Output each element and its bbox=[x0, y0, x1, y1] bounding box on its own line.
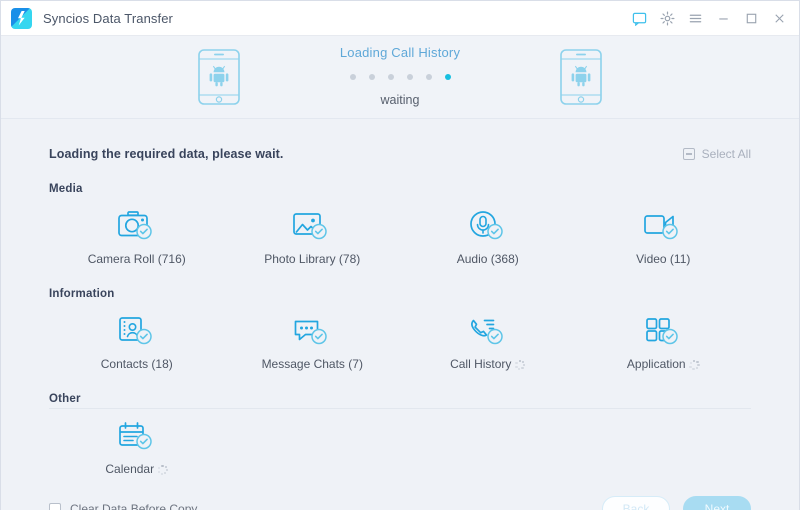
item-caption: Contacts (18) bbox=[101, 357, 173, 371]
indeterminate-checkbox-icon bbox=[682, 148, 695, 160]
feedback-icon[interactable] bbox=[625, 4, 653, 32]
video-camera-icon bbox=[643, 206, 683, 244]
data-type-application[interactable]: Application bbox=[576, 307, 752, 371]
item-caption: Message Chats (7) bbox=[262, 357, 363, 371]
select-all-label: Select All bbox=[701, 147, 751, 161]
item-label: Calendar bbox=[105, 462, 155, 476]
clear-data-label: Clear Data Before Copy bbox=[70, 502, 198, 510]
item-label: Application bbox=[626, 357, 686, 371]
progress-dot bbox=[368, 74, 375, 80]
calendar-icon bbox=[117, 416, 157, 454]
item-label: Call History bbox=[450, 357, 512, 371]
camera-icon bbox=[117, 206, 157, 244]
footer-bar: Clear Data Before Copy Back Next bbox=[1, 476, 799, 510]
transfer-status-bar: Loading Call History waiting bbox=[1, 36, 799, 119]
section-title-other: Other bbox=[49, 393, 81, 405]
app-title: Syncios Data Transfer bbox=[43, 10, 173, 26]
footer-buttons: Back Next bbox=[602, 496, 751, 510]
item-caption: Application bbox=[627, 357, 700, 371]
title-bar: Syncios Data Transfer bbox=[1, 1, 799, 36]
transfer-progress: Loading Call History waiting bbox=[1, 45, 799, 107]
item-label: Video (11) bbox=[636, 252, 691, 266]
item-label: Photo Library (78) bbox=[264, 252, 361, 266]
item-label: Message Chats (7) bbox=[261, 357, 363, 371]
content-header: Loading the required data, please wait. … bbox=[49, 119, 751, 161]
gear-icon[interactable] bbox=[653, 4, 681, 32]
app-window: Syncios Data Transfer Loading Call Histo… bbox=[0, 0, 800, 510]
phone-call-icon bbox=[468, 311, 508, 349]
loading-spinner-icon bbox=[689, 359, 700, 371]
item-caption: Camera Roll (716) bbox=[88, 252, 186, 266]
item-caption: Call History bbox=[450, 357, 526, 371]
maximize-icon[interactable] bbox=[737, 4, 765, 32]
section-title-media: Media bbox=[49, 183, 83, 195]
section-title-information: Information bbox=[49, 288, 115, 300]
data-type-camera-roll[interactable]: Camera Roll (716) bbox=[49, 202, 225, 266]
grid-spacer bbox=[225, 412, 401, 476]
data-type-call-history[interactable]: Call History bbox=[400, 307, 576, 371]
select-all-button[interactable]: Select All bbox=[682, 147, 751, 161]
menu-icon[interactable] bbox=[681, 4, 709, 32]
progress-dot-active bbox=[444, 74, 451, 80]
item-caption: Audio (368) bbox=[457, 252, 519, 266]
content-area: Loading the required data, please wait. … bbox=[1, 119, 799, 476]
progress-dot bbox=[387, 74, 394, 80]
next-button[interactable]: Next bbox=[683, 496, 751, 510]
information-grid: Contacts (18) Message Chats (7) Call His… bbox=[49, 307, 751, 371]
data-type-video[interactable]: Video (11) bbox=[576, 202, 752, 266]
data-type-photo-library[interactable]: Photo Library (78) bbox=[225, 202, 401, 266]
apps-grid-icon bbox=[643, 311, 683, 349]
data-type-message-chats[interactable]: Message Chats (7) bbox=[225, 307, 401, 371]
data-type-calendar[interactable]: Calendar bbox=[49, 412, 225, 476]
loading-spinner-icon bbox=[157, 464, 169, 476]
contact-card-icon bbox=[117, 311, 157, 349]
checkbox-icon bbox=[49, 503, 61, 510]
target-device-icon bbox=[559, 48, 603, 111]
back-button[interactable]: Back bbox=[602, 496, 670, 510]
waiting-label: waiting bbox=[380, 93, 420, 107]
clear-data-checkbox[interactable]: Clear Data Before Copy bbox=[49, 502, 197, 510]
chat-bubble-icon bbox=[292, 311, 332, 349]
item-caption: Video (11) bbox=[636, 252, 690, 266]
progress-dot bbox=[349, 74, 356, 80]
minimize-icon[interactable] bbox=[709, 4, 737, 32]
loading-title: Loading Call History bbox=[339, 45, 461, 60]
app-logo-icon bbox=[11, 7, 32, 29]
item-caption: Photo Library (78) bbox=[264, 252, 360, 266]
item-label: Audio (368) bbox=[456, 252, 519, 266]
loading-hint: Loading the required data, please wait. bbox=[49, 147, 284, 161]
grid-spacer bbox=[576, 412, 752, 476]
loading-spinner-icon bbox=[514, 359, 526, 371]
close-icon[interactable] bbox=[765, 4, 793, 32]
progress-dot bbox=[406, 74, 413, 80]
item-label: Contacts (18) bbox=[100, 357, 173, 371]
other-grid: Calendar bbox=[49, 412, 751, 476]
microphone-icon bbox=[468, 206, 508, 244]
data-type-contacts[interactable]: Contacts (18) bbox=[49, 307, 225, 371]
grid-spacer bbox=[400, 412, 576, 476]
media-grid: Camera Roll (716) Photo Library (78) Aud… bbox=[49, 202, 751, 266]
footer-divider bbox=[49, 408, 751, 409]
progress-dots bbox=[349, 74, 451, 80]
photo-icon bbox=[292, 206, 332, 244]
item-label: Camera Roll (716) bbox=[87, 252, 186, 266]
item-caption: Calendar bbox=[105, 462, 169, 476]
progress-dot bbox=[425, 74, 432, 80]
data-type-audio[interactable]: Audio (368) bbox=[400, 202, 576, 266]
